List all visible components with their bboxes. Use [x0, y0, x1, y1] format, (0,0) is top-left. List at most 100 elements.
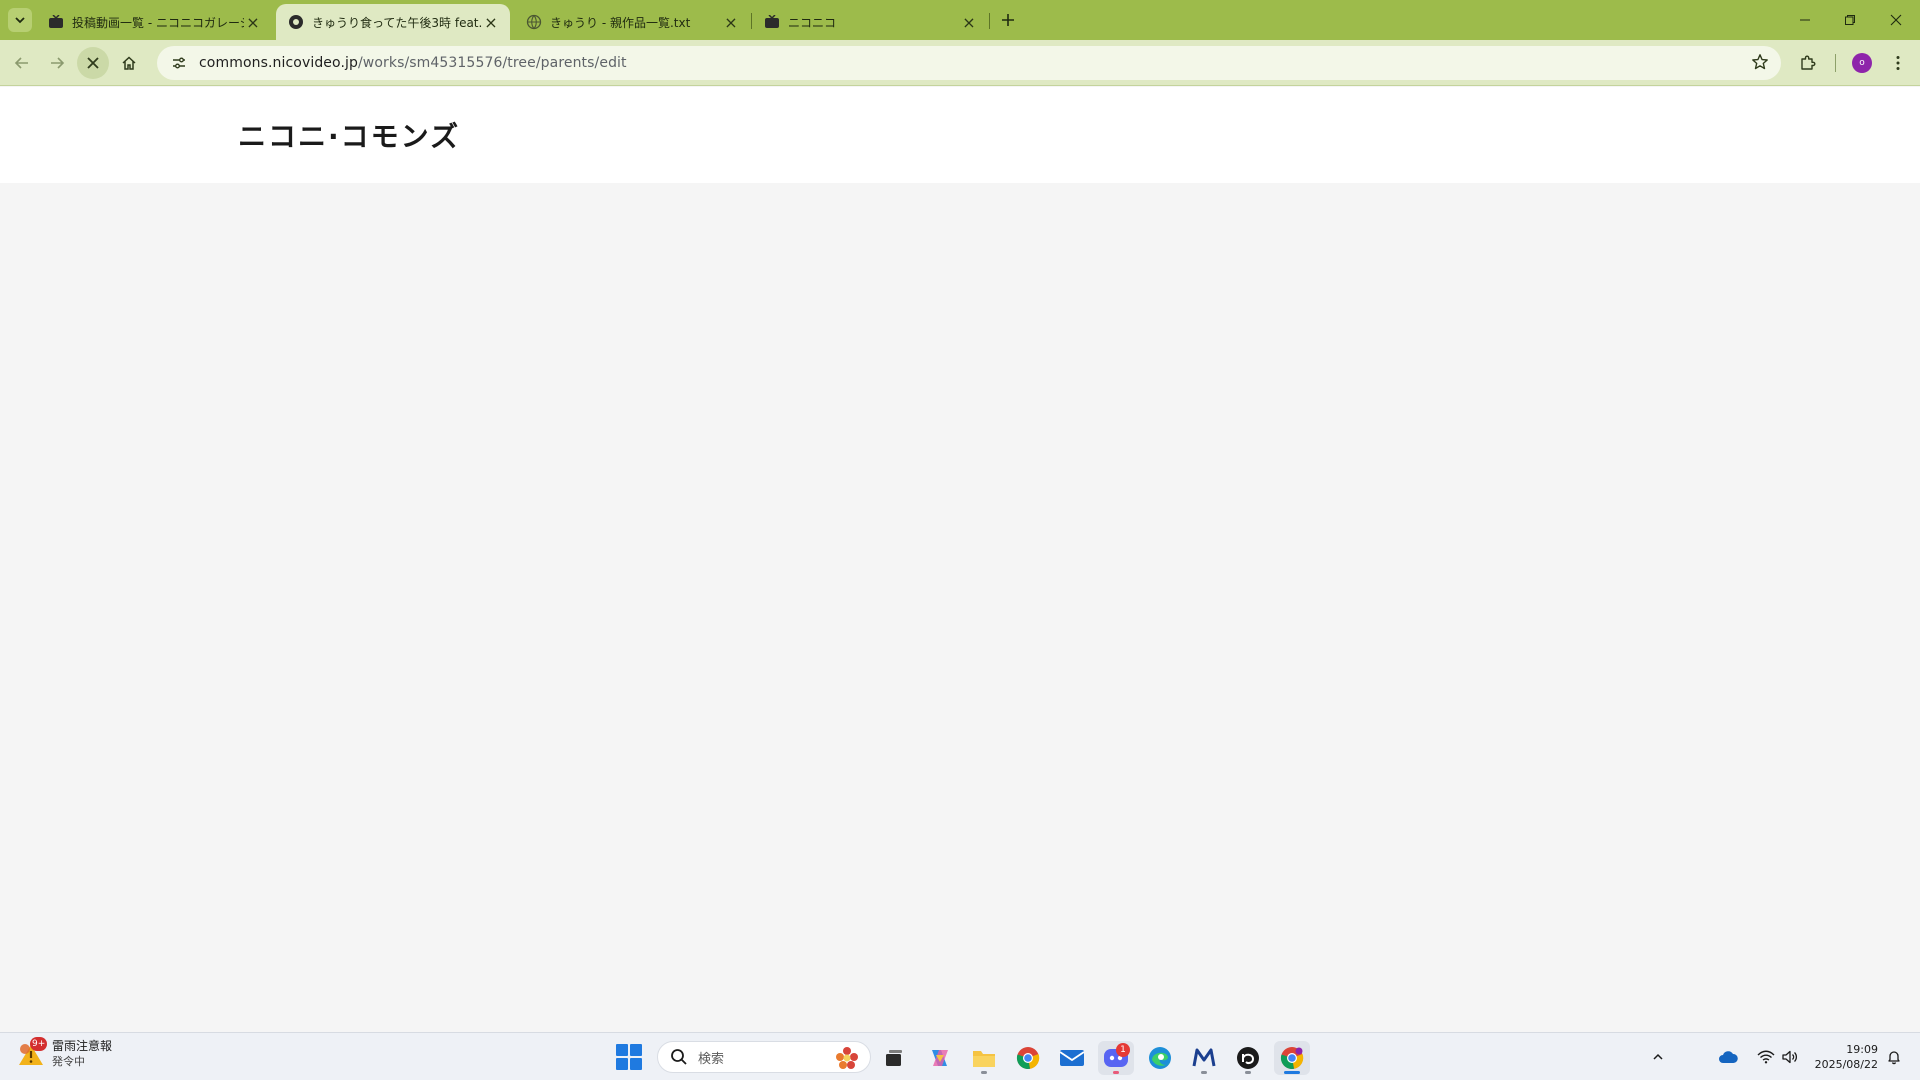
taskbar-task-view[interactable] — [876, 1041, 912, 1075]
discord-notification-badge: 1 — [1116, 1043, 1130, 1057]
chrome-icon — [1280, 1047, 1304, 1069]
tab-garage[interactable]: 投稿動画一覧 - ニコニコガレージ × — [36, 4, 272, 40]
url-text: commons.nicovideo.jp/works/sm45315576/tr… — [199, 55, 627, 71]
close-icon[interactable]: × — [244, 13, 262, 32]
taskbar-discord[interactable]: 1 — [1098, 1041, 1134, 1075]
windows-logo-pane — [630, 1044, 642, 1056]
profile-avatar[interactable]: o — [1852, 53, 1872, 73]
new-tab-button[interactable] — [996, 8, 1020, 32]
address-bar[interactable]: commons.nicovideo.jp/works/sm45315576/tr… — [157, 46, 1781, 80]
globe-icon — [526, 14, 542, 30]
tab-strip: 投稿動画一覧 - ニコニコガレージ × きゅうり食ってた午後3時 feat.初音… — [0, 0, 1920, 40]
chevron-up-icon — [1653, 1053, 1663, 1060]
tab-niconico[interactable]: ニコニコ × — [752, 4, 988, 40]
close-window-button[interactable] — [1876, 6, 1916, 34]
close-icon[interactable]: × — [960, 13, 978, 32]
home-icon — [122, 56, 136, 70]
wifi-icon — [1757, 1050, 1775, 1064]
search-highlight-flower-icon — [836, 1047, 858, 1069]
taskbar-file-explorer[interactable] — [966, 1041, 1002, 1075]
show-hidden-icons-button[interactable] — [1648, 1047, 1668, 1067]
notification-bell-icon — [1888, 1051, 1900, 1065]
tab-title: きゅうり - 親作品一覧.txt — [550, 15, 691, 30]
speaker-icon — [1782, 1050, 1798, 1064]
tab-separator — [989, 13, 990, 29]
taskbar-clock[interactable]: 19:09 2025/08/22 — [1808, 1042, 1878, 1072]
tab-parents-txt[interactable]: きゅうり - 親作品一覧.txt × — [514, 4, 750, 40]
browser-menu-button[interactable] — [1886, 51, 1910, 75]
tray-volume[interactable] — [1780, 1047, 1800, 1067]
taskbar-m-app[interactable] — [1186, 1041, 1222, 1075]
tab-title: 投稿動画一覧 - ニコニコガレージ — [72, 15, 244, 30]
tab-title: きゅうり食ってた午後3時 feat.初音 — [312, 15, 482, 30]
clock-time: 19:09 — [1846, 1043, 1878, 1056]
start-button[interactable] — [616, 1044, 642, 1070]
plus-icon — [1002, 14, 1014, 26]
forward-button[interactable] — [41, 47, 73, 79]
restore-button[interactable] — [1830, 6, 1870, 34]
url-path: /works/sm45315576/tree/parents/edit — [357, 55, 627, 71]
clock-date: 2025/08/22 — [1814, 1058, 1878, 1071]
m-app-icon — [1192, 1048, 1216, 1067]
tray-network[interactable] — [1756, 1047, 1776, 1067]
arrow-left-icon — [14, 57, 28, 69]
weather-alert-badge: 9+ — [30, 1037, 48, 1051]
taskbar-copilot[interactable] — [922, 1041, 958, 1075]
cloud-icon — [1719, 1051, 1738, 1063]
extensions-button[interactable] — [1796, 51, 1820, 75]
edge-icon — [1149, 1047, 1171, 1069]
search-icon — [671, 1049, 687, 1065]
site-header: ニコニ·コモンズ — [0, 87, 1920, 183]
weather-subtitle: 発令中 — [52, 1055, 85, 1068]
close-icon[interactable]: × — [722, 13, 740, 32]
niconico-tv-icon — [764, 14, 780, 30]
copilot-icon — [932, 1050, 948, 1066]
taskbar-edge[interactable] — [1142, 1041, 1178, 1075]
tray-notifications[interactable] — [1884, 1047, 1904, 1067]
taskbar-chrome-profile[interactable] — [1274, 1041, 1310, 1075]
tab-title: ニコニコ — [788, 15, 837, 30]
niconico-tv-icon — [48, 14, 64, 30]
bookmark-star-icon[interactable] — [1751, 53, 1771, 73]
stop-loading-button[interactable] — [77, 47, 109, 79]
weather-title: 雷雨注意報 — [52, 1039, 113, 1053]
close-icon — [87, 57, 99, 69]
browser-toolbar: commons.nicovideo.jp/works/sm45315576/tr… — [0, 40, 1920, 86]
running-indicator — [1201, 1071, 1207, 1074]
windows-logo-pane — [630, 1058, 642, 1070]
taskbar-yu-app[interactable] — [1230, 1041, 1266, 1075]
running-indicator — [981, 1071, 987, 1074]
home-button[interactable] — [113, 47, 145, 79]
chrome-icon — [1016, 1047, 1040, 1069]
chevron-down-icon — [15, 17, 25, 24]
minimize-button[interactable] — [1785, 6, 1825, 34]
back-button[interactable] — [6, 47, 38, 79]
running-indicator — [1113, 1071, 1119, 1074]
active-indicator — [1284, 1071, 1300, 1074]
minimize-icon — [1800, 19, 1810, 21]
taskbar-chrome[interactable] — [1010, 1041, 1046, 1075]
thunderstorm-warning-icon: 9+ — [16, 1037, 48, 1069]
site-settings-icon[interactable] — [169, 53, 189, 73]
tab-commons[interactable]: きゅうり食ってた午後3時 feat.初音 × — [276, 4, 510, 40]
more-vertical-icon — [1896, 56, 1900, 70]
url-host: commons.nicovideo.jp — [199, 55, 358, 71]
commons-favicon — [288, 14, 304, 30]
folder-icon — [973, 1051, 995, 1067]
running-indicator — [1245, 1071, 1251, 1074]
restore-icon — [1845, 15, 1855, 25]
taskbar-mail[interactable] — [1054, 1041, 1090, 1075]
tray-onedrive[interactable] — [1718, 1047, 1738, 1067]
search-placeholder: 検索 — [698, 1051, 725, 1067]
page-content-loading — [0, 183, 1920, 1032]
weather-widget[interactable]: 9+ 雷雨注意報 発令中 — [16, 1037, 113, 1069]
close-icon[interactable]: × — [482, 13, 500, 32]
task-view-icon — [886, 1050, 902, 1066]
tab-search-button[interactable] — [8, 8, 32, 32]
taskbar-search[interactable]: 検索 — [657, 1041, 871, 1073]
windows-logo-pane — [616, 1058, 628, 1070]
taskbar: 9+ 雷雨注意報 発令中 検索 1 19:09 2025/08/22 — [0, 1032, 1920, 1080]
arrow-right-icon — [51, 57, 65, 69]
yu-app-icon — [1237, 1047, 1259, 1069]
site-logo[interactable]: ニコニ·コモンズ — [238, 115, 460, 155]
